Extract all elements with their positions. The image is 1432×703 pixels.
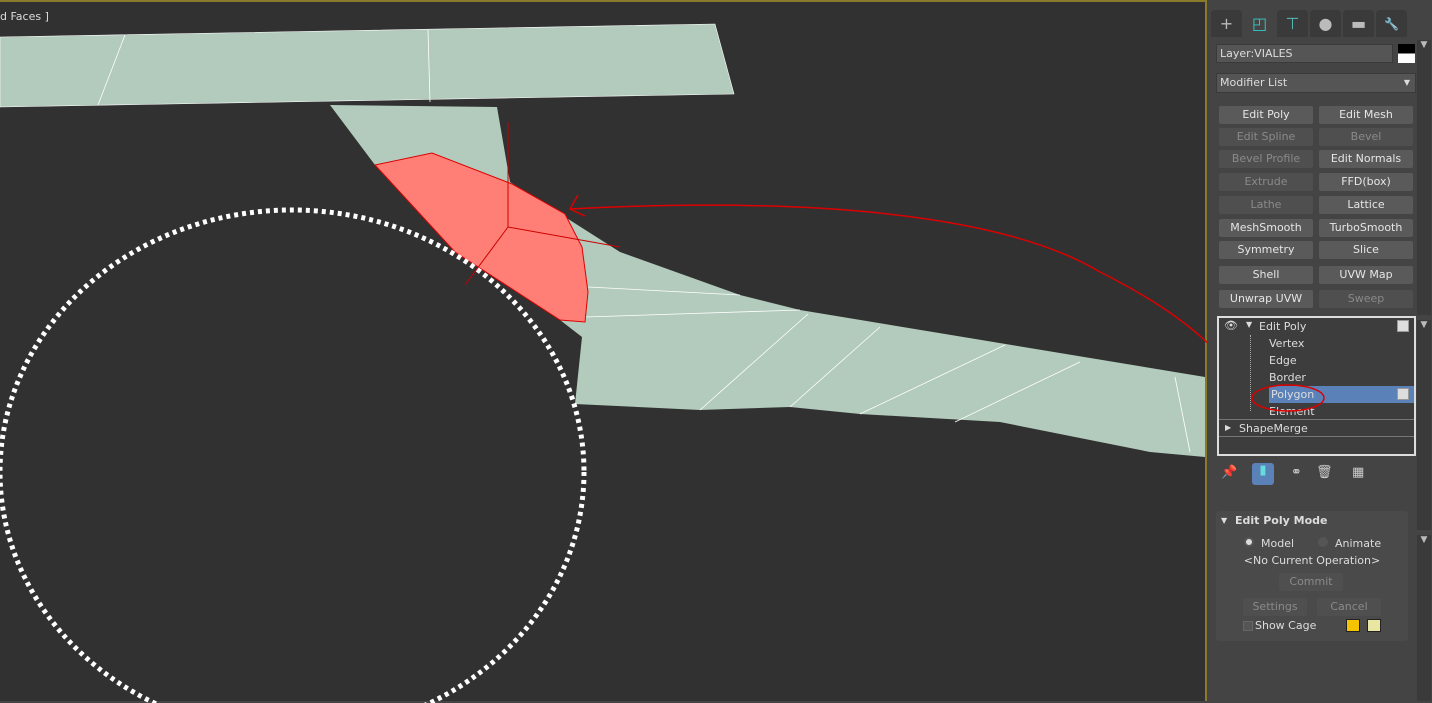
panel-scrollbar-3[interactable]: ▼ [1417, 535, 1431, 701]
annotation-arrowhead [568, 194, 586, 217]
commit-button[interactable]: Commit [1279, 573, 1343, 591]
mesh-strip-main [330, 105, 1205, 457]
model-label: Model [1261, 537, 1295, 550]
utilities-icon: 🔧 [1384, 16, 1399, 31]
configure-sets-icon[interactable]: ▦ [1352, 465, 1364, 480]
modifier-button-edit-mesh[interactable]: Edit Mesh [1319, 106, 1413, 124]
cage-color-2[interactable] [1367, 619, 1381, 632]
show-cage-label: Show Cage [1255, 619, 1317, 632]
radio-model[interactable] [1244, 537, 1254, 547]
polygon-toggle[interactable] [1397, 388, 1409, 400]
modifier-button-lathe[interactable]: Lathe [1219, 196, 1313, 214]
create-icon: + [1219, 14, 1234, 33]
expand-icon[interactable]: ▼ [1246, 320, 1252, 329]
stack-item-shapemerge[interactable]: ShapeMerge [1239, 420, 1308, 437]
eye-icon[interactable]: 👁 [1224, 319, 1238, 332]
modifier-button-unwrap-uvw[interactable]: Unwrap UVW [1219, 290, 1313, 308]
polygon-label: Polygon [1271, 388, 1315, 401]
selected-polygon [374, 152, 589, 323]
make-unique-icon[interactable]: ⚭ [1291, 465, 1302, 480]
settings-button[interactable]: Settings [1243, 598, 1307, 616]
display-icon: ▬ [1350, 14, 1367, 33]
modifier-button-edit-spline[interactable]: Edit Spline [1219, 128, 1313, 146]
motion-tab[interactable]: ● [1310, 10, 1341, 37]
subobject-vertex[interactable]: Vertex [1269, 335, 1414, 352]
radio-animate[interactable] [1318, 537, 1328, 547]
edit-poly-mode-rollout: ▼ Edit Poly Mode Model Animate <No Curre… [1216, 511, 1408, 641]
cancel-button[interactable]: Cancel [1317, 598, 1381, 616]
current-operation: <No Current Operation> [1243, 554, 1381, 567]
pin-stack-icon[interactable]: 📌 [1221, 465, 1237, 480]
stack-toggle[interactable] [1397, 320, 1409, 332]
modifier-button-symmetry[interactable]: Symmetry [1219, 241, 1313, 259]
utilities-tab[interactable]: 🔧 [1376, 10, 1407, 37]
modifier-button-edit-normals[interactable]: Edit Normals [1319, 150, 1413, 168]
stack-toolbar: 📌 ▮ ⚭ 🗑 ▦ [1218, 463, 1408, 485]
modifier-button-meshsmooth[interactable]: MeshSmooth [1219, 219, 1313, 237]
modify-tab[interactable]: ◰ [1244, 10, 1275, 37]
object-name-field[interactable]: Layer:VIALES [1216, 44, 1393, 63]
cage-color-1[interactable] [1346, 619, 1360, 632]
panel-scrollbar[interactable]: ▼ [1417, 40, 1431, 315]
animate-label: Animate [1335, 537, 1382, 550]
viewport[interactable]: d Faces ] [0, 0, 1207, 703]
panel-tabs: + ◰ ⊤ ● ▬ 🔧 [1211, 10, 1407, 37]
modifier-stack[interactable]: 👁 ▼ Edit Poly Vertex Edge Border Polygon… [1217, 316, 1416, 456]
rollout-title[interactable]: Edit Poly Mode [1235, 514, 1327, 527]
show-cage-checkbox[interactable] [1243, 621, 1253, 631]
modifier-button-ffd-box-[interactable]: FFD(box) [1319, 173, 1413, 191]
stack-item-label: Edit Poly [1259, 320, 1307, 333]
viewport-scene[interactable] [0, 2, 1207, 703]
modifier-button-bevel-profile[interactable]: Bevel Profile [1219, 150, 1313, 168]
subobject-polygon[interactable]: Polygon [1269, 386, 1414, 403]
modifier-button-turbosmooth[interactable]: TurboSmooth [1319, 219, 1413, 237]
viewport-label[interactable]: d Faces ] [0, 10, 49, 23]
collapse-icon[interactable]: ▼ [1221, 516, 1227, 525]
modifier-button-extrude[interactable]: Extrude [1219, 173, 1313, 191]
remove-modifier-icon[interactable]: 🗑 [1316, 465, 1333, 480]
modifier-button-sweep[interactable]: Sweep [1319, 290, 1413, 308]
chevron-down-icon: ▼ [1403, 78, 1410, 87]
modifier-button-slice[interactable]: Slice [1319, 241, 1413, 259]
stack-item-edit-poly[interactable]: Edit Poly [1259, 318, 1306, 335]
modifier-button-shell[interactable]: Shell [1219, 266, 1313, 284]
show-end-result-icon[interactable]: ▮ [1252, 463, 1274, 485]
modifier-button-lattice[interactable]: Lattice [1319, 196, 1413, 214]
modify-icon: ◰ [1251, 14, 1268, 33]
subobject-element[interactable]: Element [1269, 403, 1414, 420]
display-tab[interactable]: ▬ [1343, 10, 1374, 37]
mesh-strip-top [0, 23, 735, 108]
subobject-edge[interactable]: Edge [1269, 352, 1414, 369]
expand-right-icon[interactable]: ▶ [1225, 423, 1231, 432]
modifier-button-edit-poly[interactable]: Edit Poly [1219, 106, 1313, 124]
object-color-swatch[interactable] [1398, 44, 1415, 63]
create-tab[interactable]: + [1211, 10, 1242, 37]
panel-scrollbar-2[interactable]: ▼ [1417, 320, 1431, 530]
modifier-list-dropdown[interactable]: Modifier List ▼ [1216, 73, 1416, 93]
modifier-button-uvw-map[interactable]: UVW Map [1319, 266, 1413, 284]
hierarchy-icon: ⊤ [1285, 14, 1300, 33]
motion-icon: ● [1318, 14, 1333, 33]
dotted-spline [0, 207, 587, 703]
modifier-list-label: Modifier List [1220, 76, 1288, 89]
tree-line [1250, 335, 1251, 411]
divider [1219, 436, 1414, 437]
subobject-border[interactable]: Border [1269, 369, 1414, 386]
hierarchy-tab[interactable]: ⊤ [1277, 10, 1308, 37]
modifier-button-bevel[interactable]: Bevel [1319, 128, 1413, 146]
